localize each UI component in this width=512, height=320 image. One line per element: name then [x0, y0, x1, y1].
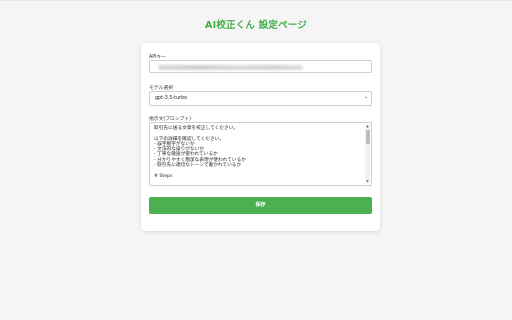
- prompt-textarea[interactable]: 取引先に送る文章を校正してください。 以下の詳細を確認してください。 - 誤字脱…: [149, 122, 372, 186]
- scrollbar-thumb[interactable]: [365, 130, 370, 144]
- api-key-masked-value: [158, 65, 303, 70]
- top-divider: [0, 0, 512, 1]
- prompt-label: 指示文(プロンプト): [149, 117, 191, 122]
- page-title: AI校正くん 設定ページ: [205, 20, 307, 31]
- scroll-down-arrow-icon[interactable]: ▼: [365, 179, 370, 184]
- prompt-scrollbar[interactable]: ▲ ▼: [365, 124, 370, 184]
- model-select[interactable]: gpt-3.5-turbo ⌄: [149, 91, 372, 106]
- model-select-label: モデル選択: [149, 86, 173, 91]
- chevron-down-icon: ⌄: [363, 94, 368, 100]
- scroll-up-arrow-icon[interactable]: ▲: [365, 124, 370, 129]
- api-key-label: APIキー: [149, 55, 167, 60]
- prompt-text: 取引先に送る文章を校正してください。 以下の詳細を確認してください。 - 誤字脱…: [154, 126, 246, 179]
- model-select-value: gpt-3.5-turbo: [155, 95, 187, 101]
- save-button[interactable]: 保存: [149, 197, 372, 214]
- api-key-input[interactable]: [149, 60, 372, 73]
